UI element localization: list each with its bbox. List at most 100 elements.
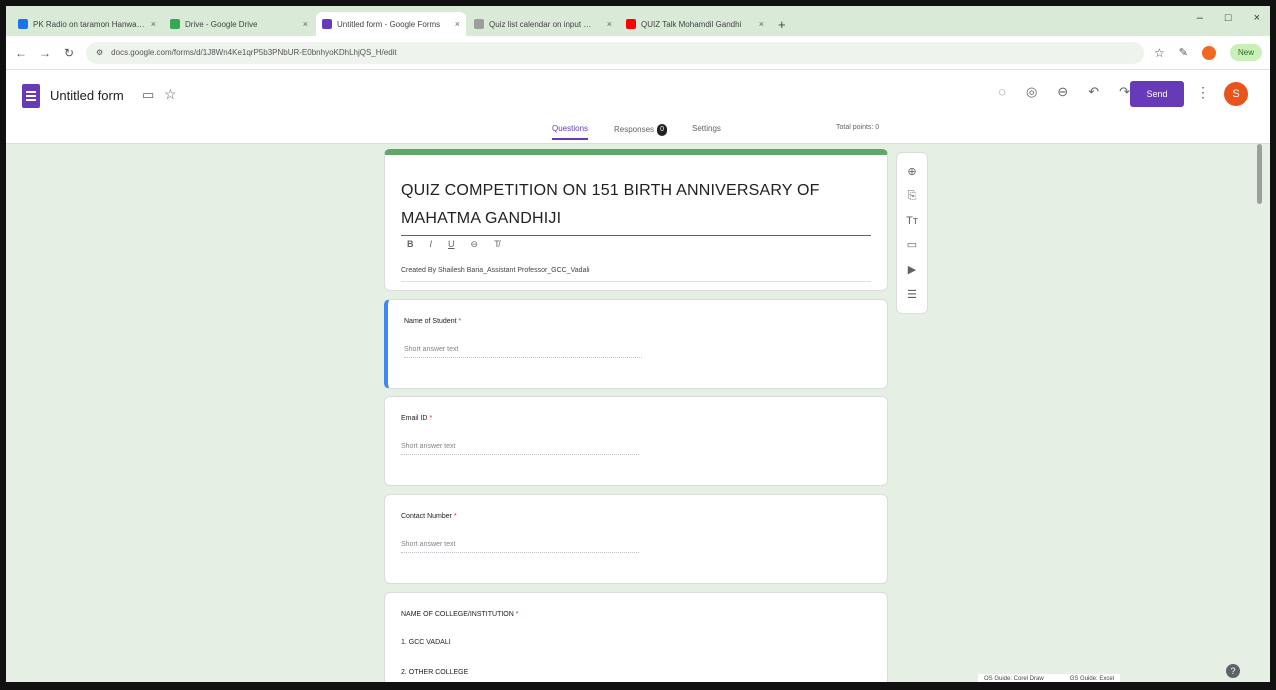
tab-settings[interactable]: Settings	[692, 124, 721, 133]
browser-actions: ☆ ✎ New	[1154, 44, 1262, 61]
bookmark-star-icon[interactable]: ☆	[1154, 46, 1165, 60]
header-actions: ◌ ◎ ⊖ ↶ ↷	[998, 84, 1130, 100]
browser-tab-active[interactable]: Untitled form - Google Forms ×	[316, 12, 466, 36]
profile-icon[interactable]	[1201, 45, 1216, 60]
add-question-icon[interactable]: ⊕	[907, 165, 916, 178]
required-asterisk: *	[515, 611, 519, 618]
drive-icon	[170, 19, 180, 29]
bold-button[interactable]: B	[407, 239, 414, 250]
question-title: Contact Number *	[401, 513, 457, 520]
maximize-button[interactable]: □	[1225, 12, 1232, 24]
link-icon[interactable]: ⊖	[1057, 84, 1068, 100]
tab-label: QUIZ Talk Mohamdil Gandhi	[641, 19, 742, 29]
choice-option[interactable]: 2. OTHER COLLEGE	[401, 669, 468, 676]
tab-responses[interactable]: Responses 0	[614, 124, 668, 136]
question-card[interactable]: NAME OF COLLEGE/INSTITUTION * 1. GCC VADA…	[384, 592, 888, 682]
url-text: docs.google.com/forms/d/1J8Wn4Ke1qrP5b3P…	[111, 48, 397, 57]
browser-tab[interactable]: PK Radio on taramon Hanwat … ×	[12, 12, 162, 36]
address-bar-row: ← → ↻ ⚙ docs.google.com/forms/d/1J8Wn4Ke…	[6, 36, 1270, 70]
form-description[interactable]: Created By Shailesh Baria_Assistant Prof…	[401, 267, 590, 274]
question-card[interactable]: Contact Number * Short answer text	[384, 494, 888, 584]
reload-icon[interactable]: ↻	[62, 46, 76, 60]
redo-icon[interactable]: ↷	[1119, 84, 1130, 100]
choice-option[interactable]: 1. GCC VADALI	[401, 639, 451, 646]
palette-icon[interactable]: ◌	[998, 84, 1006, 100]
tab-questions[interactable]: Questions	[552, 124, 589, 140]
tab-label: Untitled form - Google Forms	[337, 19, 441, 29]
browser-tab-strip: PK Radio on taramon Hanwat … × Drive - G…	[6, 6, 1270, 36]
form-header-card[interactable]: QUIZ COMPETITION ON 151 BIRTH ANNIVERSAR…	[384, 149, 888, 291]
clear-format-button[interactable]: T̸	[494, 239, 500, 250]
star-icon[interactable]: ☆	[164, 86, 177, 103]
preview-icon[interactable]: ◎	[1026, 84, 1037, 100]
required-asterisk: *	[453, 513, 457, 520]
forms-icon	[322, 19, 332, 29]
forms-header: Untitled form ▭ ☆ ◌ ◎ ⊖ ↶ ↷ Send ⋮ S Que…	[6, 70, 1270, 144]
question-title: NAME OF COLLEGE/INSTITUTION *	[401, 611, 519, 618]
short-answer-placeholder: Short answer text	[401, 541, 639, 553]
required-asterisk: *	[458, 318, 462, 325]
forward-icon[interactable]: →	[38, 46, 52, 60]
new-tab-button[interactable]: +	[772, 12, 792, 36]
underline-button[interactable]: U	[448, 239, 455, 250]
new-button[interactable]: New	[1229, 44, 1262, 61]
more-options-icon[interactable]: ⋮	[1196, 84, 1210, 101]
forms-logo-icon[interactable]	[22, 84, 40, 108]
add-section-icon[interactable]: ☰	[907, 288, 917, 301]
form-heading[interactable]: QUIZ COMPETITION ON 151 BIRTH ANNIVERSAR…	[401, 177, 871, 236]
undo-icon[interactable]: ↶	[1088, 84, 1099, 100]
short-answer-placeholder: Short answer text	[404, 346, 642, 358]
question-title: Email ID *	[401, 415, 433, 422]
format-toolbar: B I U ⊖ T̸	[407, 239, 500, 250]
italic-button[interactable]: I	[430, 239, 433, 250]
tab-label: Drive - Google Drive	[185, 19, 258, 29]
site-info-icon[interactable]: ⚙	[96, 48, 103, 57]
back-icon[interactable]: ←	[14, 46, 28, 60]
browser-tab[interactable]: Quiz list calendar on input … ×	[468, 12, 618, 36]
close-icon[interactable]: ×	[151, 19, 156, 29]
screen-frame: PK Radio on taramon Hanwat … × Drive - G…	[0, 0, 1276, 690]
responses-count-badge: 0	[657, 124, 668, 136]
tab-responses-label: Responses	[614, 125, 655, 135]
close-window-button[interactable]: ×	[1254, 12, 1260, 24]
form-canvas: QUIZ COMPETITION ON 151 BIRTH ANNIVERSAR…	[6, 144, 1270, 682]
help-icon[interactable]: ?	[1226, 664, 1240, 678]
total-points: Total points: 0	[836, 124, 880, 131]
window-controls: – □ ×	[1197, 12, 1260, 24]
question-card[interactable]: Email ID * Short answer text	[384, 396, 888, 486]
send-button[interactable]: Send	[1130, 81, 1184, 107]
required-asterisk: *	[429, 415, 433, 422]
youtube-icon	[626, 19, 636, 29]
folder-icon[interactable]: ▭	[142, 87, 154, 103]
extensions-icon[interactable]: ✎	[1179, 46, 1188, 59]
status-item: OS Guide: Corel Draw	[984, 676, 1044, 682]
question-title: Name of Student *	[404, 318, 462, 325]
close-icon[interactable]: ×	[759, 19, 764, 29]
avatar[interactable]: S	[1224, 82, 1248, 106]
close-icon[interactable]: ×	[455, 19, 460, 29]
link-button[interactable]: ⊖	[471, 239, 479, 250]
form-title[interactable]: Untitled form	[50, 88, 124, 103]
minimize-button[interactable]: –	[1197, 12, 1203, 24]
question-toolbar: ⊕ ⎘ Tт ▭ ▶ ☰	[896, 152, 928, 314]
description-underline	[401, 281, 871, 282]
add-image-icon[interactable]: ▭	[907, 238, 917, 251]
tab-favicon-icon	[18, 19, 28, 29]
question-card[interactable]: Name of Student * Short answer text	[384, 299, 888, 389]
tab-label: PK Radio on taramon Hanwat …	[33, 19, 146, 29]
import-questions-icon[interactable]: ⎘	[908, 190, 917, 203]
url-bar[interactable]: ⚙ docs.google.com/forms/d/1J8Wn4Ke1qrP5b…	[86, 41, 1144, 64]
add-video-icon[interactable]: ▶	[908, 263, 916, 276]
close-icon[interactable]: ×	[607, 19, 612, 29]
browser-tab[interactable]: Drive - Google Drive ×	[164, 12, 314, 36]
browser-tab[interactable]: QUIZ Talk Mohamdil Gandhi ×	[620, 12, 770, 36]
tab-label: Quiz list calendar on input …	[489, 19, 592, 29]
short-answer-placeholder: Short answer text	[401, 443, 639, 455]
status-bar: OS Guide: Corel Draw GS Guide: Excel	[978, 674, 1121, 682]
scrollbar[interactable]	[1257, 144, 1262, 204]
status-item: GS Guide: Excel	[1069, 676, 1115, 682]
form-tabs: Questions Responses 0 Settings Total poin…	[6, 118, 1270, 144]
add-title-icon[interactable]: Tт	[906, 215, 918, 227]
tab-favicon-icon	[474, 19, 484, 29]
close-icon[interactable]: ×	[303, 19, 308, 29]
